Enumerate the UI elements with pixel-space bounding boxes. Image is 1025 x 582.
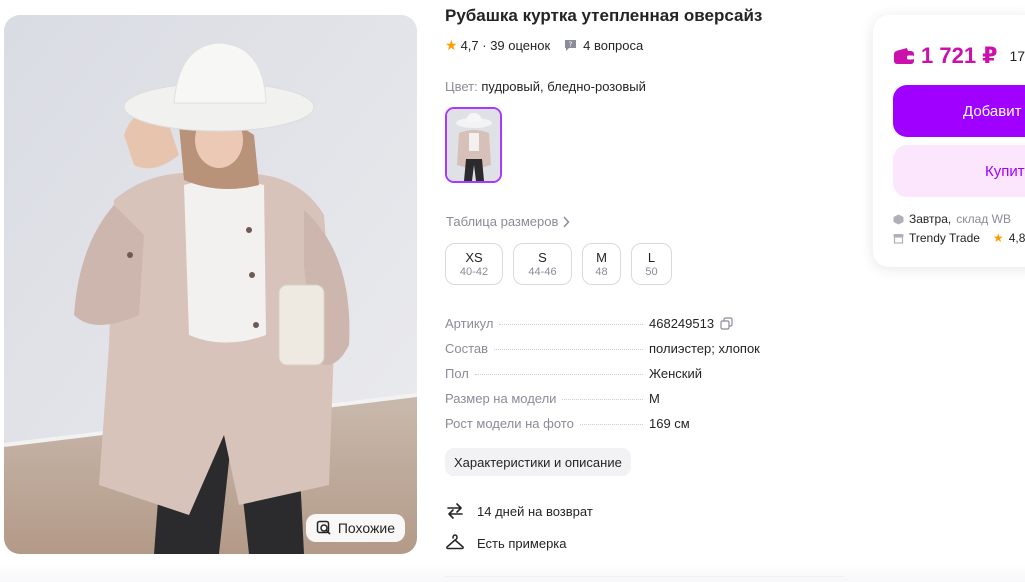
similar-label: Похожие <box>337 520 395 536</box>
delivery-warehouse: склад WB <box>956 212 1011 226</box>
size-range: 44-46 <box>528 265 557 278</box>
price-row: 1 721 ₽ 17 <box>893 43 1025 69</box>
color-label: Цвет: <box>445 79 478 94</box>
wallet-icon <box>893 47 915 65</box>
specs-list: Артикул 468249513 Состав полиэстер; хлоп… <box>445 316 775 441</box>
swatch-thumbnail <box>447 109 500 181</box>
spec-row: Размер на модели M <box>445 391 775 416</box>
svg-text:?: ? <box>569 41 573 49</box>
star-icon: ★ <box>992 231 1004 245</box>
spec-value-article: 468249513 <box>649 316 775 331</box>
questions-icon: ? <box>564 39 577 52</box>
spec-leader <box>474 374 643 375</box>
delivery-day: Завтра, <box>909 212 952 226</box>
spec-leader <box>499 324 643 325</box>
size-range: 50 <box>645 265 658 278</box>
old-price: 17 <box>1009 48 1025 64</box>
rating-row: ★ 4,7 · 39 оценок ? 4 вопроса <box>445 37 643 54</box>
color-value: пудровый, бледно-розовый <box>481 79 646 94</box>
size-name: M <box>596 249 607 265</box>
reviews-count[interactable]: 39 оценок <box>490 38 550 53</box>
size-option[interactable]: L 50 <box>631 243 672 285</box>
questions-count[interactable]: 4 вопроса <box>583 38 643 53</box>
size-range: 48 <box>595 265 608 278</box>
section-divider <box>445 576 845 577</box>
return-arrows-icon <box>445 501 465 521</box>
similar-button[interactable]: Похожие <box>305 514 405 542</box>
spec-key: Рост модели на фото <box>445 416 574 431</box>
rating-value[interactable]: 4,7 <box>461 38 479 53</box>
size-range: 40-42 <box>459 265 489 278</box>
size-selector: XS 40-42 S 44-46 M 48 L 50 <box>445 243 672 285</box>
spec-value: 169 см <box>649 416 690 431</box>
size-name: XS <box>465 249 483 265</box>
seller-rating: 4,8 <box>1008 231 1025 245</box>
star-icon: ★ <box>445 37 458 53</box>
product-photo[interactable]: Похожие <box>4 15 417 554</box>
seller-name[interactable]: Trendy Trade <box>909 231 980 245</box>
rating-separator: · <box>478 38 491 53</box>
copy-icon[interactable] <box>720 317 733 330</box>
fitting-feature: Есть примерка <box>445 533 567 553</box>
chevron-right-icon <box>562 215 570 228</box>
spec-row: Рост модели на фото 169 см <box>445 416 775 441</box>
spec-row: Пол Женский <box>445 366 775 391</box>
price: 1 721 ₽ <box>921 43 998 68</box>
spec-value: полиэстер; хлопок <box>649 341 760 356</box>
spec-row: Артикул 468249513 <box>445 316 775 341</box>
seller-info[interactable]: Trendy Trade ★ 4,8 <box>893 231 1025 245</box>
size-name: L <box>647 249 656 265</box>
spec-key: Артикул <box>445 316 494 331</box>
delivery-info: Завтра, склад WB <box>893 212 1011 226</box>
spec-leader <box>494 349 643 350</box>
return-label: 14 дней на возврат <box>477 503 593 519</box>
box-icon <box>893 214 904 225</box>
color-swatch-selected[interactable] <box>445 107 502 183</box>
spec-value: Женский <box>649 366 702 381</box>
size-table-label: Таблица размеров <box>446 214 559 229</box>
spec-leader <box>579 424 643 425</box>
spec-key: Размер на модели <box>445 391 557 406</box>
shop-icon <box>893 233 904 244</box>
similar-search-icon <box>316 520 332 536</box>
fitting-label: Есть примерка <box>477 535 567 551</box>
spec-key: Пол <box>445 366 469 381</box>
add-to-cart-button[interactable]: Добавит <box>893 85 1025 137</box>
spec-leader <box>562 399 643 400</box>
spec-key: Состав <box>445 341 489 356</box>
bottom-fade <box>0 564 1025 582</box>
spec-value: M <box>649 391 660 406</box>
product-image <box>4 15 417 554</box>
article-number: 468249513 <box>649 316 715 331</box>
size-option[interactable]: M 48 <box>582 243 621 285</box>
spec-row: Состав полиэстер; хлопок <box>445 341 775 366</box>
size-option[interactable]: XS 40-42 <box>445 243 503 285</box>
hanger-icon <box>445 533 465 553</box>
return-feature: 14 дней на возврат <box>445 501 593 521</box>
characteristics-button[interactable]: Характеристики и описание <box>445 448 631 476</box>
buy-card: 1 721 ₽ 17 Добавит Купит Завтра, склад W… <box>873 15 1025 267</box>
product-title: Рубашка куртка утепленная оверсайз <box>445 6 763 25</box>
color-row: Цвет: пудровый, бледно-розовый <box>445 79 646 94</box>
size-option[interactable]: S 44-46 <box>513 243 572 285</box>
size-table-link[interactable]: Таблица размеров <box>446 214 570 229</box>
size-name: S <box>538 249 547 265</box>
buy-now-button[interactable]: Купит <box>893 145 1025 197</box>
